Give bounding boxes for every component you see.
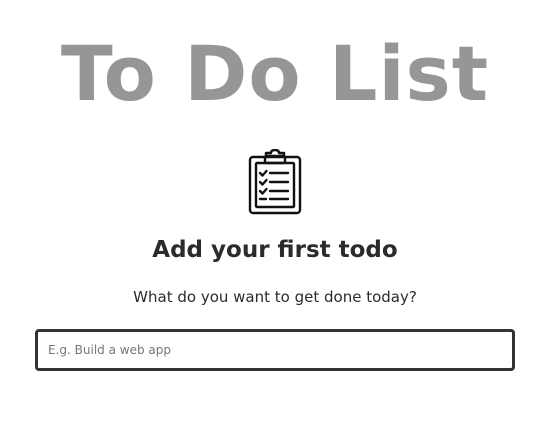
- app-title: To Do List: [60, 29, 490, 118]
- todo-app: To Do List Add your first todo What do y…: [0, 0, 545, 421]
- clipboard-checklist-icon: [248, 149, 302, 215]
- empty-state-heading: Add your first todo: [152, 237, 398, 263]
- empty-state-subtext: What do you want to get done today?: [133, 288, 417, 306]
- new-todo-input[interactable]: [35, 329, 515, 371]
